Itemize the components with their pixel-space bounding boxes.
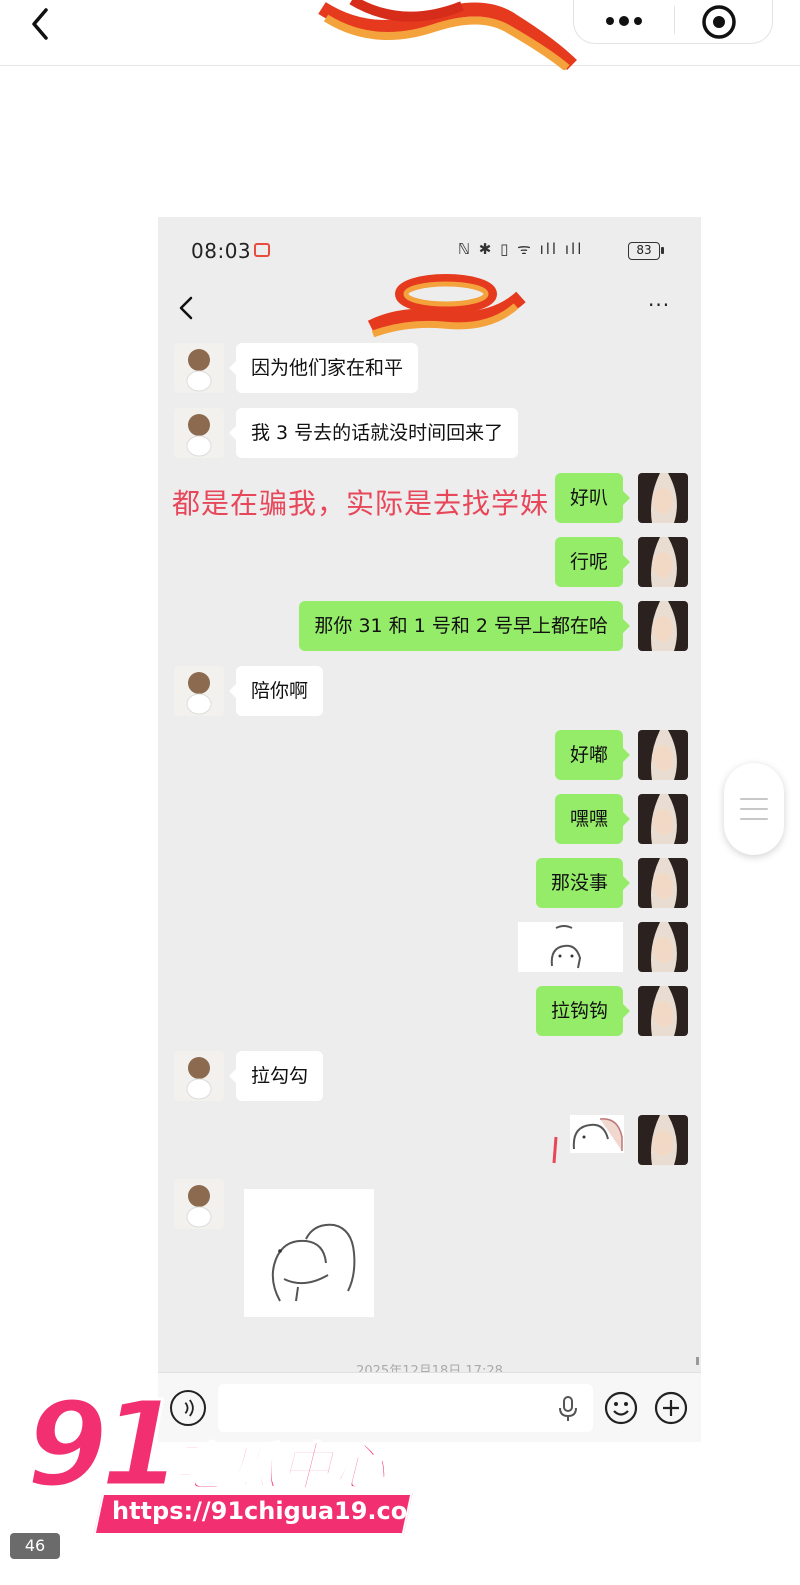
message-bubble[interactable]: 好嘟 — [554, 730, 631, 780]
bear-sticker-icon — [550, 925, 582, 969]
avatar-image — [638, 473, 688, 523]
avatar-image — [638, 858, 688, 908]
annotation-text: 都是在骗我，实际是去找学妹 — [172, 487, 550, 520]
close-target-icon[interactable] — [699, 2, 739, 42]
message-bubble[interactable]: 嘿嘿 — [554, 794, 631, 844]
sticker-image[interactable] — [244, 1189, 374, 1317]
avatar-image — [186, 1057, 212, 1100]
avatar[interactable] — [638, 730, 688, 780]
emoji-icon[interactable] — [603, 1390, 639, 1426]
avatar-image — [638, 794, 688, 844]
avatar-image — [186, 672, 212, 715]
avatar-image — [638, 1115, 688, 1165]
message-bubble[interactable]: 我 3 号去的话就没时间回来了 — [228, 408, 519, 458]
watermark-name: 吃瓜中心 — [171, 1437, 389, 1499]
capsule-divider — [674, 6, 675, 34]
avatar[interactable] — [174, 1051, 224, 1101]
avatar[interactable] — [638, 922, 688, 972]
message-bubble[interactable]: 那没事 — [535, 858, 631, 908]
microphone-icon[interactable] — [556, 1395, 580, 1423]
avatar[interactable] — [638, 986, 688, 1036]
scrollbar-thumb — [696, 1357, 699, 1365]
avatar[interactable] — [638, 794, 688, 844]
redaction-ribbon-icon — [318, 0, 577, 70]
avatar-image — [638, 537, 688, 587]
message-bubble[interactable]: 那你 31 和 1 号和 2 号早上都在哈 — [299, 601, 630, 651]
page-counter: 46 — [10, 1533, 60, 1559]
avatar[interactable] — [638, 858, 688, 908]
message-bubble[interactable]: 陪你啊 — [228, 666, 324, 716]
avatar-image — [638, 730, 688, 780]
battery-icon: 83 — [628, 242, 660, 260]
sticker-image[interactable] — [570, 1115, 624, 1153]
more-dots-icon[interactable] — [594, 6, 654, 36]
record-icon — [254, 243, 270, 257]
sticker-image[interactable] — [518, 922, 623, 972]
back-chevron-icon[interactable] — [22, 4, 62, 44]
watermark: 91 吃瓜中心 https://91chigua19.com — [0, 1375, 432, 1545]
plus-icon[interactable] — [653, 1390, 689, 1426]
chat-more-icon[interactable]: ··· — [648, 293, 678, 323]
avatar[interactable] — [174, 408, 224, 458]
message-bubble[interactable]: 拉勾勾 — [228, 1051, 324, 1101]
avatar[interactable] — [638, 1115, 688, 1165]
floating-menu-handle[interactable] — [724, 763, 784, 855]
menu-lines-icon — [740, 798, 768, 820]
capsule-menu — [573, 0, 773, 44]
avatar[interactable] — [638, 537, 688, 587]
outer-nav-bar — [0, 0, 800, 70]
bear-sticker-icon — [572, 1118, 623, 1151]
message-bubble[interactable]: 行呢 — [554, 537, 631, 587]
message-bubble[interactable]: 拉钩钩 — [535, 986, 631, 1036]
avatar-image — [186, 349, 212, 392]
avatar[interactable] — [638, 473, 688, 523]
avatar-image — [638, 601, 688, 651]
avatar[interactable] — [638, 601, 688, 651]
avatar[interactable] — [174, 1179, 224, 1229]
watermark-number: 91 — [24, 1375, 183, 1513]
avatar[interactable] — [174, 343, 224, 393]
message-bubble[interactable]: 因为他们家在和平 — [228, 343, 419, 393]
battery-tip — [661, 247, 664, 254]
chat-screenshot: 08:03 ℕ ✱ ▯ ᯤ ıll ıll 83 ··· 因为他们家在和平 我 … — [158, 217, 701, 1442]
avatar-image — [186, 1185, 212, 1228]
redaction-ribbon-icon — [367, 274, 526, 338]
watermark-url: https://91chigua19.com — [112, 1497, 433, 1525]
avatar-image — [638, 922, 688, 972]
message-bubble[interactable]: 好叭 — [554, 473, 631, 523]
hugging-bears-sticker-icon — [271, 1223, 356, 1302]
avatar-image — [186, 414, 212, 457]
avatar[interactable] — [174, 666, 224, 716]
chat-back-icon[interactable] — [174, 293, 198, 323]
status-time: 08:03 — [191, 239, 252, 263]
status-bar: 08:03 ℕ ✱ ▯ ᯤ ıll ıll 83 — [158, 217, 701, 279]
red-mark-icon — [552, 1136, 558, 1164]
avatar-image — [638, 986, 688, 1036]
